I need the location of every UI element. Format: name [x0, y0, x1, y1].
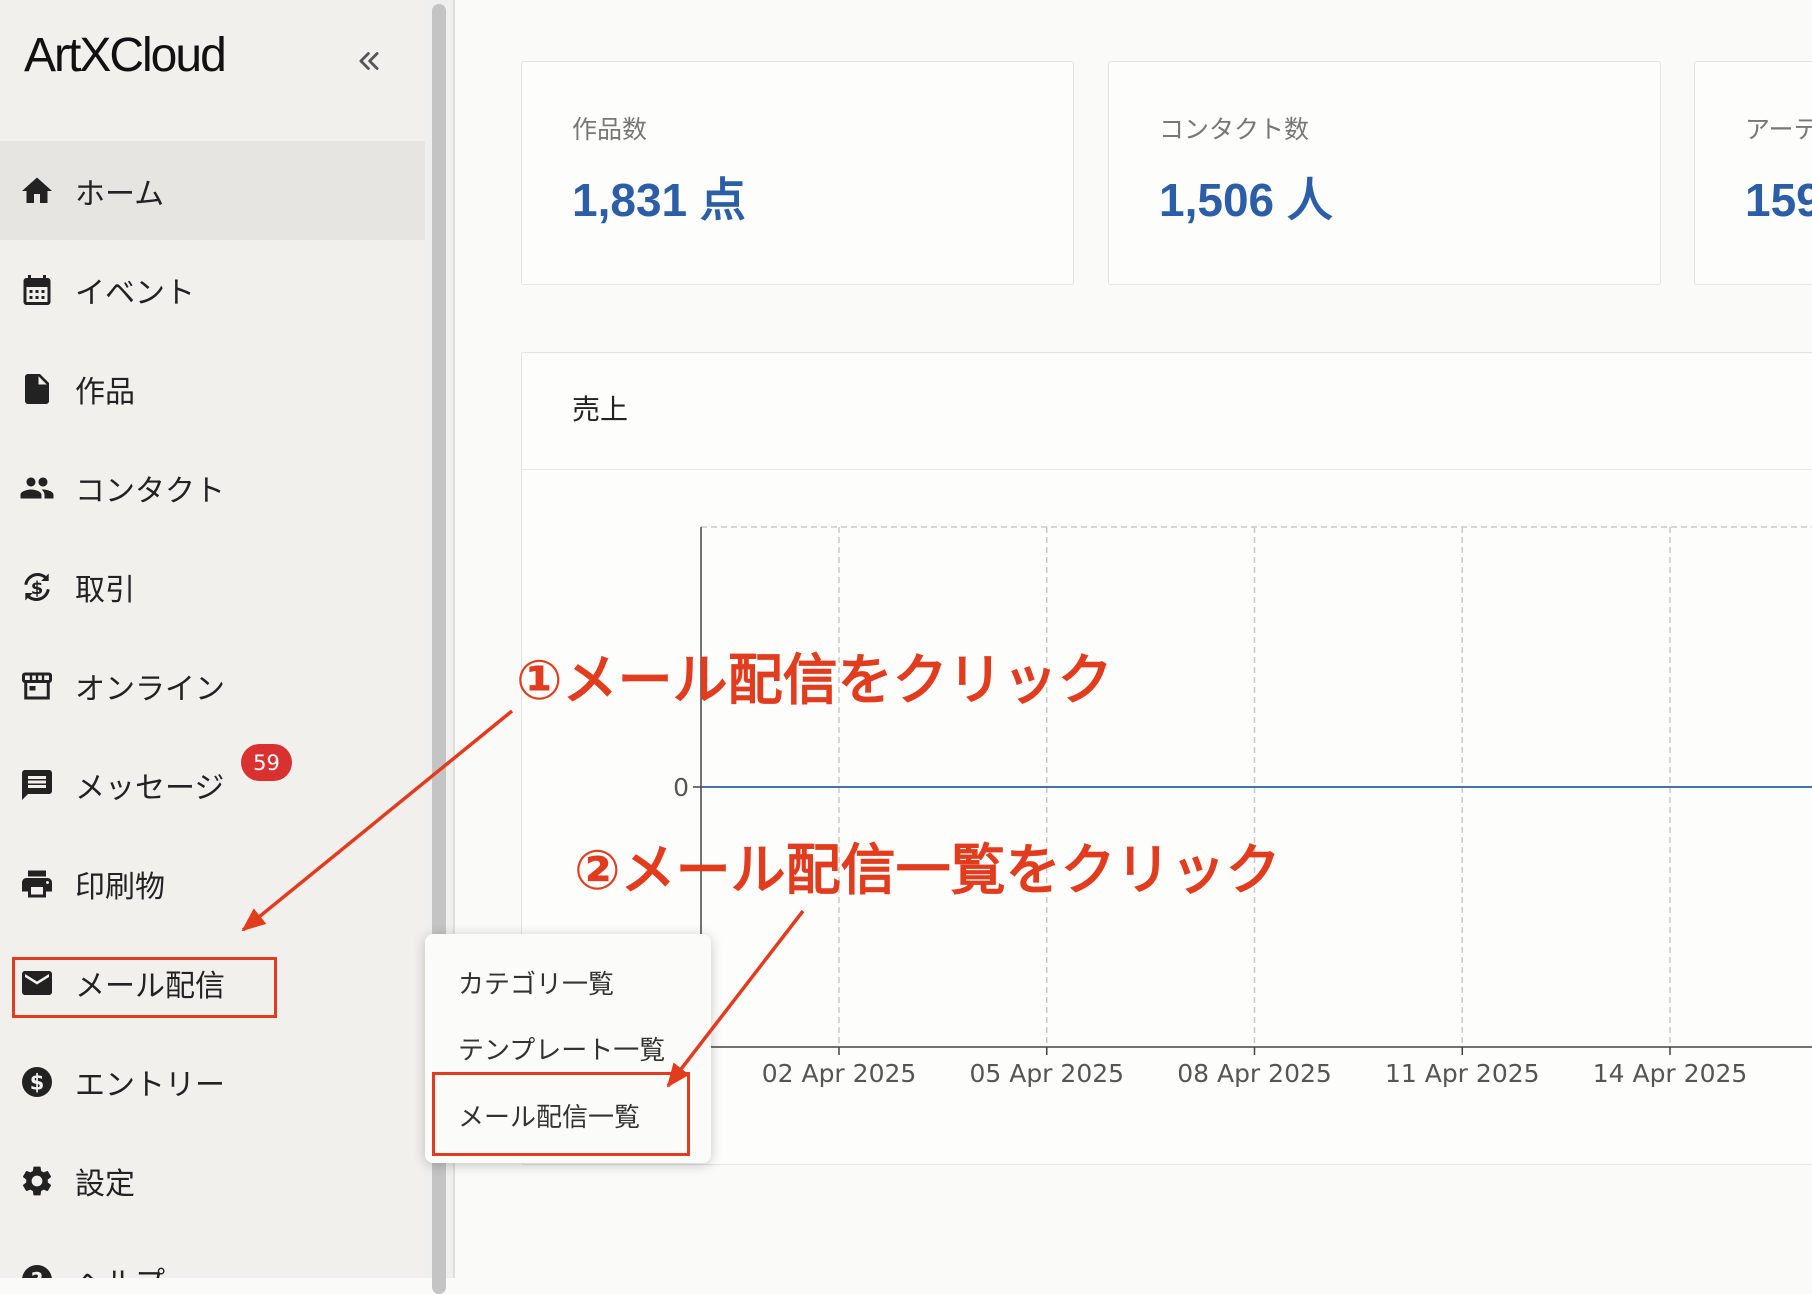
- help-icon: ?: [19, 1262, 55, 1278]
- sidebar-item-home[interactable]: ホーム: [0, 141, 425, 240]
- sidebar-item-label: ヘルプ: [75, 1258, 165, 1279]
- storefront-icon: [19, 668, 55, 704]
- stat-card-contacts: コンタクト数 1,506 人: [1108, 61, 1661, 285]
- sidebar-item-events[interactable]: イベント: [0, 240, 425, 339]
- y-tick-label: 0: [673, 773, 689, 802]
- sidebar: ArtXCloud ホーム イベント 作品 コンタクト $ 取引 オンライン メ…: [0, 0, 425, 1278]
- stat-value: 159: [1745, 174, 1812, 226]
- svg-text:$: $: [30, 1070, 45, 1094]
- menu-item-category-list[interactable]: カテゴリ一覧: [458, 949, 614, 1015]
- calendar-icon: [19, 272, 55, 308]
- stat-card-artists: アーテ 159: [1694, 61, 1812, 285]
- sidebar-item-help[interactable]: ? ヘルプ: [0, 1230, 425, 1278]
- stat-value: 1,831 点: [572, 174, 746, 226]
- sidebar-item-label: オンライン: [75, 671, 225, 707]
- double-chevron-left-icon[interactable]: [354, 46, 384, 76]
- sidebar-item-transactions[interactable]: $ 取引: [0, 537, 425, 636]
- highlight-box-mail-list: [432, 1072, 690, 1156]
- unread-count-badge: 59: [241, 744, 292, 781]
- stat-label: 作品数: [572, 115, 648, 144]
- sidebar-item-label: 作品: [75, 374, 135, 410]
- sidebar-item-label: イベント: [75, 275, 195, 311]
- sidebar-item-contacts[interactable]: コンタクト: [0, 438, 425, 537]
- x-tick-label: 11 Apr 2025: [1385, 1059, 1540, 1088]
- x-tick-label: 14 Apr 2025: [1593, 1059, 1748, 1088]
- sidebar-item-label: 設定: [75, 1166, 135, 1202]
- sidebar-item-print[interactable]: 印刷物: [0, 834, 425, 933]
- message-icon: [19, 767, 55, 803]
- sidebar-item-settings[interactable]: 設定: [0, 1131, 425, 1230]
- sidebar-item-label: エントリー: [75, 1067, 225, 1103]
- sidebar-item-messages[interactable]: メッセージ 59: [0, 735, 425, 834]
- gear-icon: [19, 1163, 55, 1199]
- people-icon: [19, 470, 55, 506]
- stat-label: アーテ: [1745, 115, 1812, 144]
- annotation-step-2: ②メール配信一覧をクリック: [574, 838, 1281, 902]
- stat-value: 1,506 人: [1159, 174, 1333, 226]
- sidebar-item-label: メッセージ: [75, 770, 225, 806]
- sidebar-item-online[interactable]: オンライン: [0, 636, 425, 735]
- home-icon: [19, 173, 55, 209]
- sidebar-item-label: 取引: [75, 572, 135, 608]
- svg-text:$: $: [31, 577, 44, 598]
- sidebar-item-label: 印刷物: [75, 869, 165, 905]
- x-tick-label: 05 Apr 2025: [969, 1059, 1124, 1088]
- sidebar-item-artworks[interactable]: 作品: [0, 339, 425, 438]
- stat-label: コンタクト数: [1159, 115, 1310, 144]
- highlight-box-mail: [12, 957, 277, 1018]
- sales-chart: 02 Apr 2025 05 Apr 2025 08 Apr 2025 11 Apr …: [673, 526, 1812, 1088]
- app-logo[interactable]: ArtXCloud: [24, 32, 227, 80]
- file-icon: [19, 371, 55, 407]
- sidebar-item-entries[interactable]: $ エントリー: [0, 1032, 425, 1131]
- sales-chart-card: 売上 02 Apr 2025 05 Apr 2025 08 Apr 2025 11 A…: [521, 352, 1812, 1165]
- x-tick-label: 08 Apr 2025: [1177, 1059, 1332, 1088]
- sidebar-item-label: ホーム: [75, 176, 165, 212]
- dollar-sync-icon: $: [19, 569, 55, 605]
- sidebar-item-label: コンタクト: [75, 473, 225, 509]
- svg-text:?: ?: [31, 1268, 43, 1278]
- annotation-step-1: ①メール配信をクリック: [516, 648, 1113, 712]
- dollar-circle-icon: $: [19, 1064, 55, 1100]
- printer-icon: [19, 866, 55, 902]
- x-tick-label: 02 Apr 2025: [762, 1059, 917, 1088]
- stat-card-artworks: 作品数 1,831 点: [521, 61, 1074, 285]
